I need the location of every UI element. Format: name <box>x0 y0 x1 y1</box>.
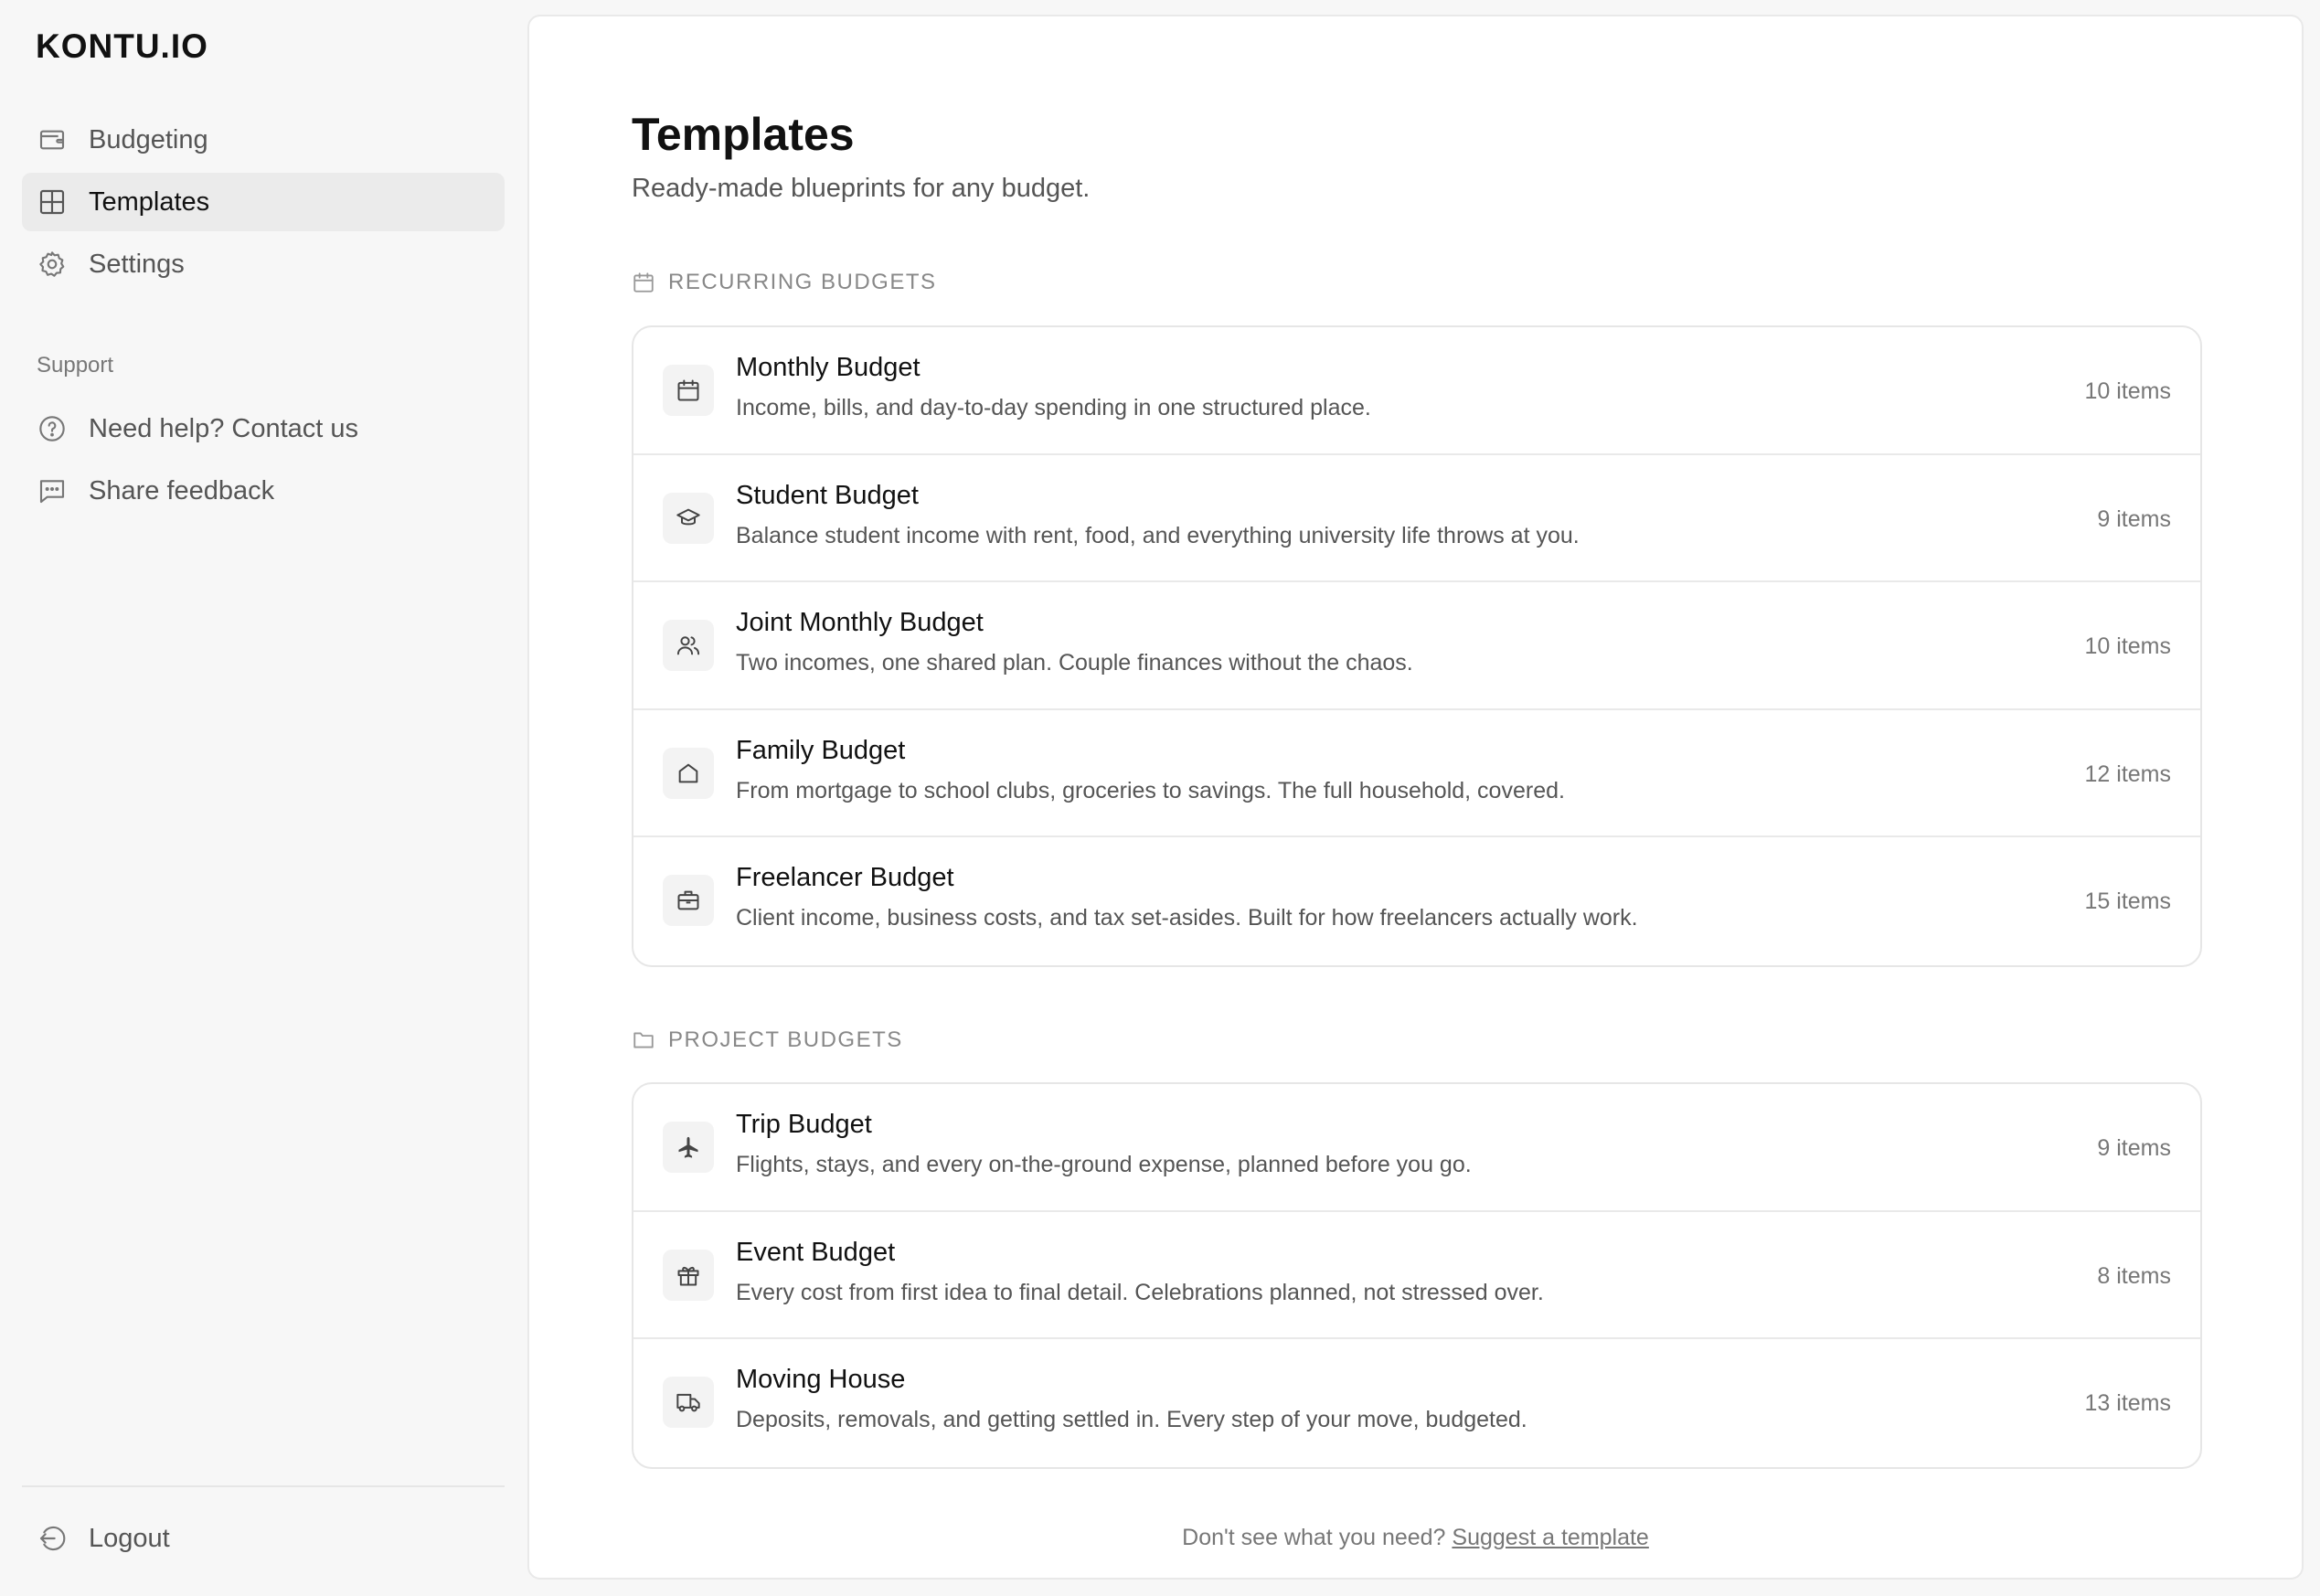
template-title: Joint Monthly Budget <box>736 608 984 637</box>
footer-text: Don't see what you need? <box>1182 1525 1446 1550</box>
template-item-count: 10 items <box>2084 633 2171 659</box>
page-title: Templates <box>632 109 855 160</box>
template-row-event[interactable]: Event Budget Every cost from first idea … <box>633 1212 2200 1339</box>
sidebar-item-label: Budgeting <box>89 124 208 154</box>
gear-icon <box>37 250 67 279</box>
footer-suggest: Don't see what you need? Suggest a templ… <box>529 1525 2302 1551</box>
template-row-moving[interactable]: Moving House Deposits, removals, and get… <box>633 1339 2200 1467</box>
template-row-monthly[interactable]: Monthly Budget Income, bills, and day-to… <box>633 327 2200 455</box>
logout-icon <box>37 1524 67 1553</box>
template-title: Trip Budget <box>736 1110 872 1139</box>
template-title: Freelancer Budget <box>736 863 954 892</box>
sidebar: KONTU.IO Budgeting Templates Settings Su… <box>0 0 527 1596</box>
sidebar-item-templates[interactable]: Templates <box>22 173 505 231</box>
sidebar-item-contact[interactable]: Need help? Contact us <box>22 399 505 458</box>
message-icon <box>37 476 67 505</box>
template-row-family[interactable]: Family Budget From mortgage to school cl… <box>633 710 2200 837</box>
wallet-icon <box>37 125 67 154</box>
template-description: Client income, business costs, and tax s… <box>736 905 1638 931</box>
grid-icon <box>37 187 67 217</box>
template-description: Every cost from first idea to final deta… <box>736 1279 1544 1305</box>
home-icon <box>663 747 714 799</box>
truck-icon <box>663 1377 714 1428</box>
template-description: Income, bills, and day-to-day spending i… <box>736 395 1371 420</box>
template-title: Family Budget <box>736 735 906 765</box>
logout-label: Logout <box>89 1523 170 1553</box>
template-row-trip[interactable]: Trip Budget Flights, stays, and every on… <box>633 1084 2200 1212</box>
sidebar-divider <box>22 1485 505 1487</box>
support-section-label: Support <box>37 353 114 378</box>
template-item-count: 9 items <box>2097 505 2171 532</box>
briefcase-icon <box>663 875 714 926</box>
template-item-count: 13 items <box>2084 1390 2171 1416</box>
folder-icon <box>632 1028 655 1052</box>
template-item-count: 15 items <box>2084 888 2171 914</box>
main-panel: Templates Ready-made blueprints for any … <box>527 15 2304 1580</box>
template-row-freelancer[interactable]: Freelancer Budget Client income, busines… <box>633 837 2200 965</box>
template-row-student[interactable]: Student Budget Balance student income wi… <box>633 455 2200 582</box>
group-header-recurring: RECURRING BUDGETS <box>632 270 937 295</box>
template-list-recurring: Monthly Budget Income, bills, and day-to… <box>632 325 2202 967</box>
template-item-count: 8 items <box>2097 1262 2171 1289</box>
logout-button[interactable]: Logout <box>22 1509 505 1568</box>
sidebar-item-feedback[interactable]: Share feedback <box>22 462 505 520</box>
gift-icon <box>663 1249 714 1301</box>
plane-icon <box>663 1122 714 1173</box>
template-list-project: Trip Budget Flights, stays, and every on… <box>632 1082 2202 1469</box>
template-item-count: 9 items <box>2097 1135 2171 1161</box>
sidebar-item-label: Settings <box>89 249 185 279</box>
help-circle-icon <box>37 414 67 443</box>
app-logo: KONTU.IO <box>36 27 208 65</box>
template-item-count: 10 items <box>2084 378 2171 404</box>
sidebar-item-label: Share feedback <box>89 475 275 505</box>
template-title: Student Budget <box>736 480 919 510</box>
suggest-template-link[interactable]: Suggest a template <box>1452 1525 1648 1550</box>
template-description: Balance student income with rent, food, … <box>736 522 1580 548</box>
sidebar-item-budgeting[interactable]: Budgeting <box>22 111 505 169</box>
template-title: Event Budget <box>736 1237 896 1267</box>
graduation-cap-icon <box>663 492 714 544</box>
template-row-joint[interactable]: Joint Monthly Budget Two incomes, one sh… <box>633 582 2200 710</box>
calendar-icon <box>663 365 714 416</box>
template-title: Moving House <box>736 1365 906 1394</box>
users-icon <box>663 620 714 671</box>
sidebar-item-label: Templates <box>89 186 210 217</box>
sidebar-item-settings[interactable]: Settings <box>22 235 505 293</box>
template-description: Flights, stays, and every on-the-ground … <box>736 1152 1472 1177</box>
group-header-label: PROJECT BUDGETS <box>668 1027 903 1052</box>
template-description: From mortgage to school clubs, groceries… <box>736 777 1565 803</box>
template-item-count: 12 items <box>2084 761 2171 787</box>
calendar-icon <box>632 271 655 294</box>
template-description: Two incomes, one shared plan. Couple fin… <box>736 650 1413 676</box>
template-description: Deposits, removals, and getting settled … <box>736 1407 1527 1432</box>
template-title: Monthly Budget <box>736 353 921 382</box>
group-header-project: PROJECT BUDGETS <box>632 1027 903 1053</box>
page-subtitle: Ready-made blueprints for any budget. <box>632 174 1091 203</box>
sidebar-item-label: Need help? Contact us <box>89 413 359 443</box>
group-header-label: RECURRING BUDGETS <box>668 270 937 294</box>
